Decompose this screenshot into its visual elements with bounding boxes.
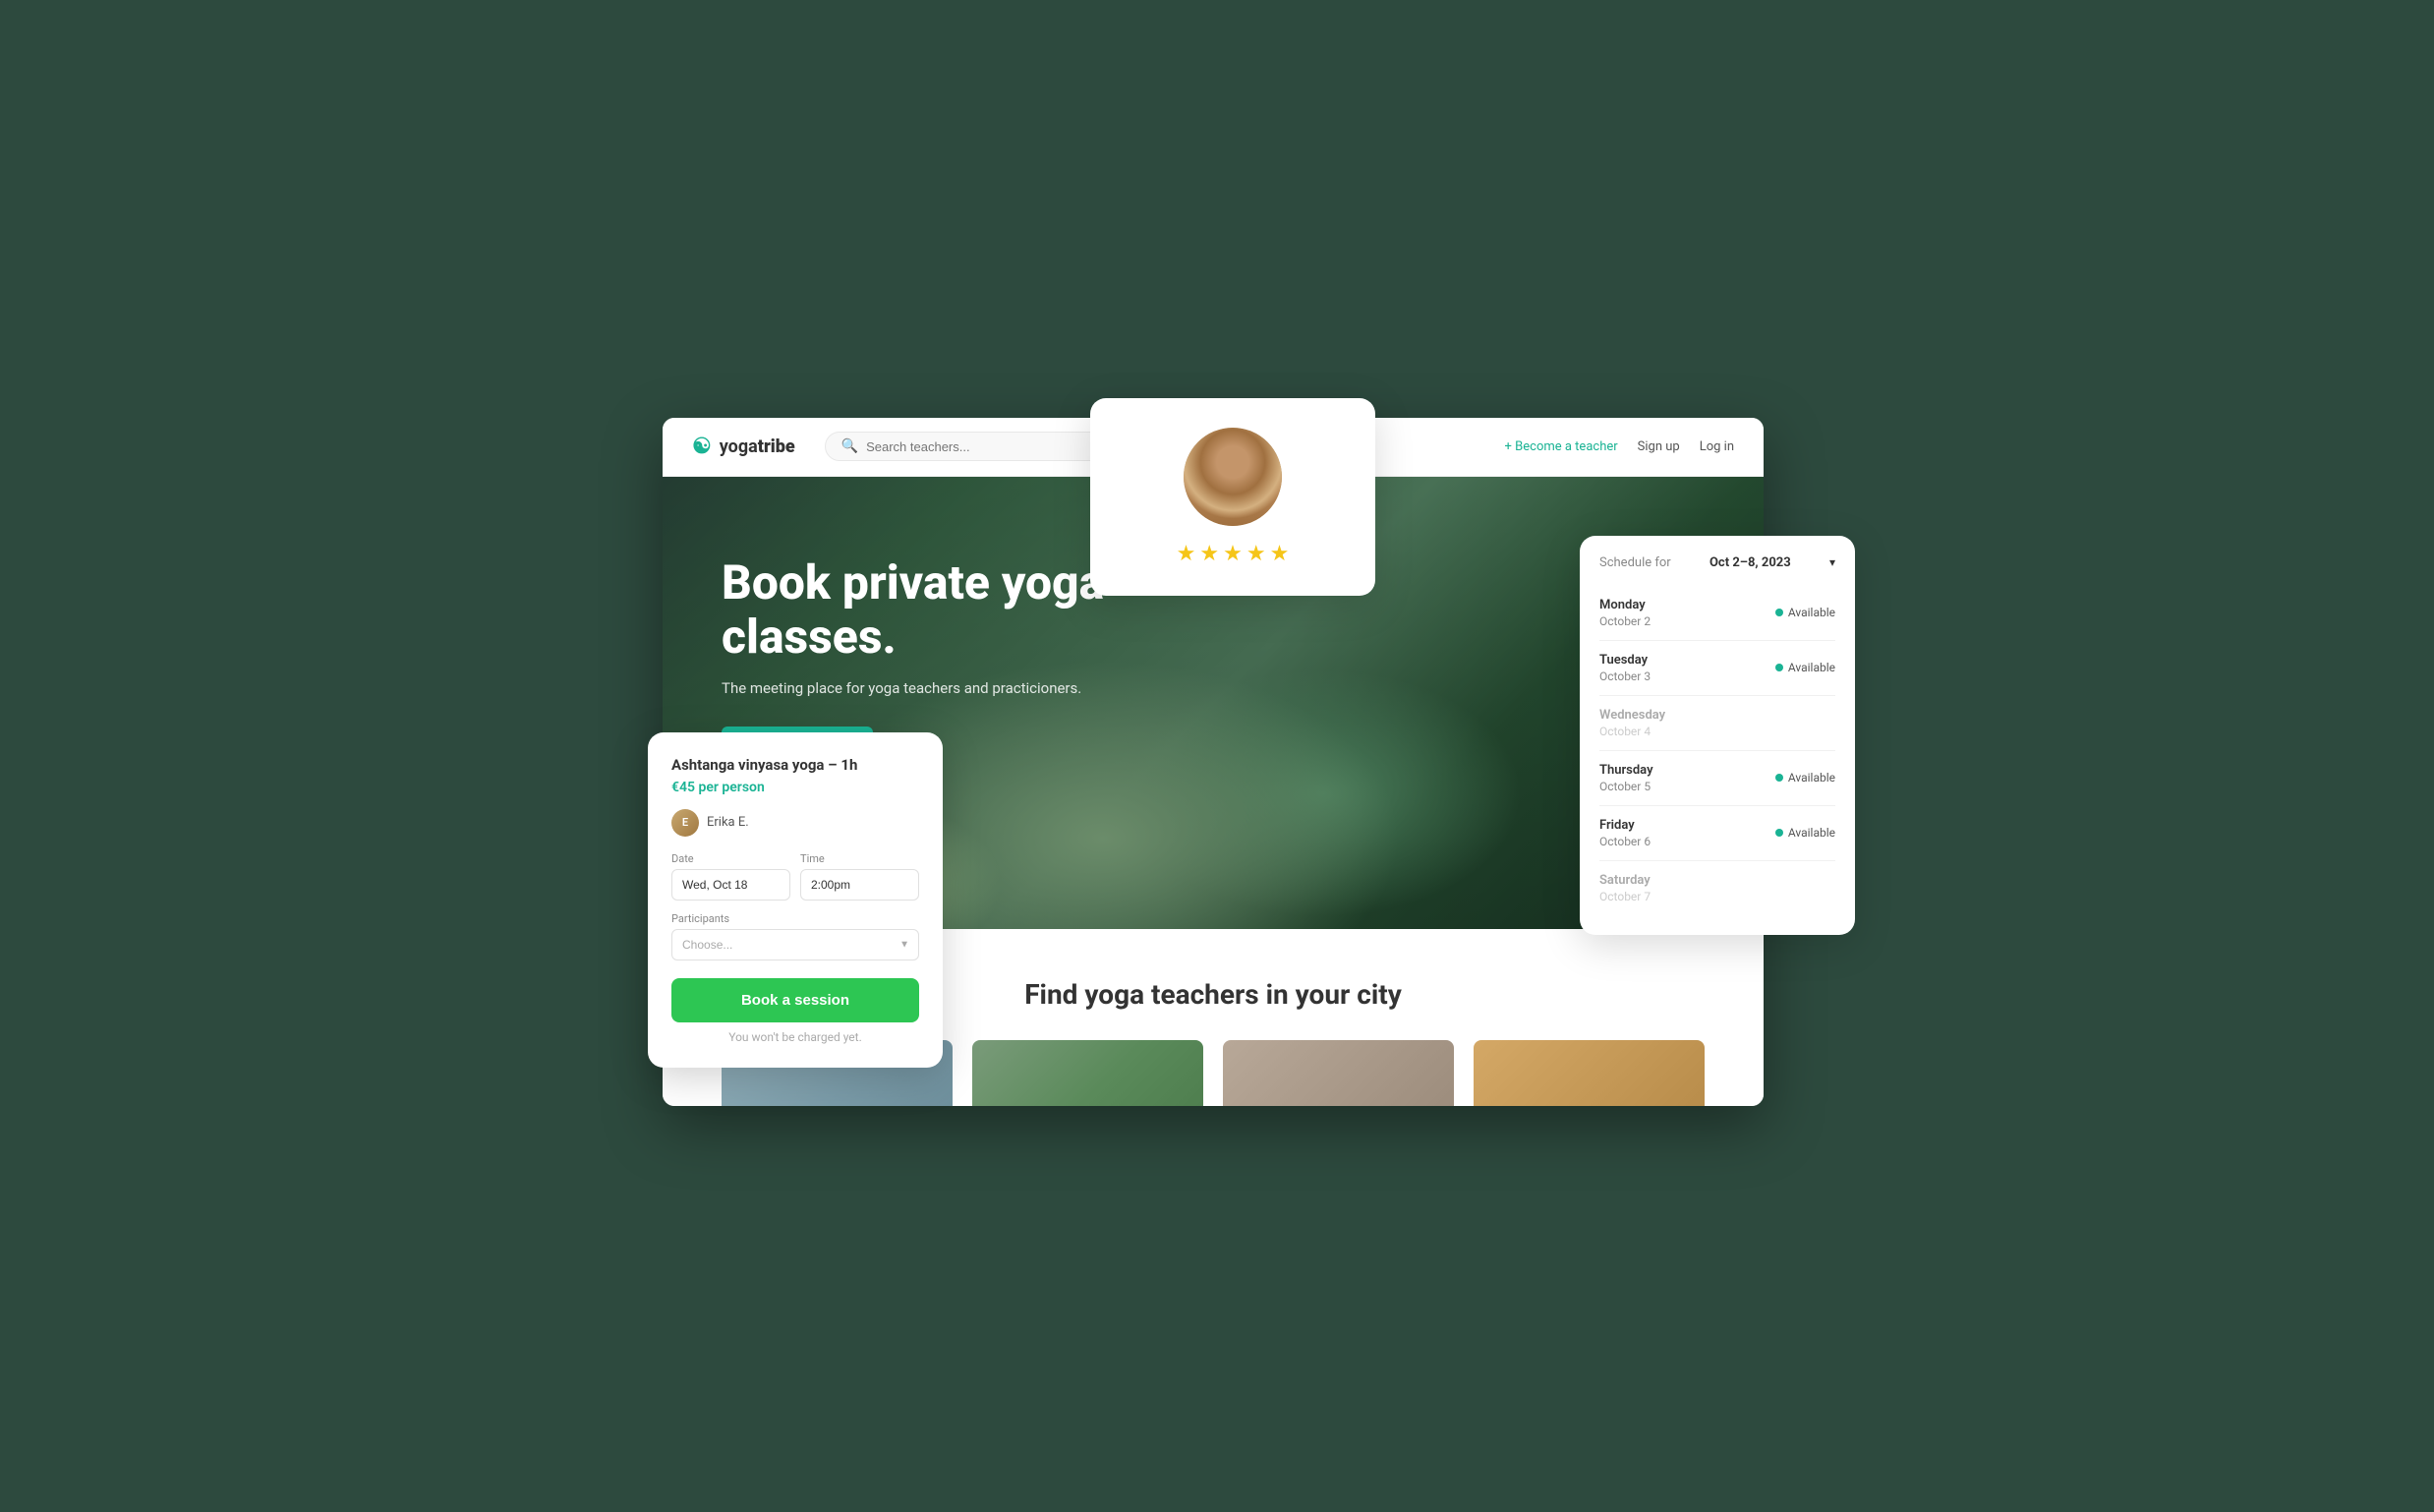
available-text-monday: Available <box>1788 606 1835 619</box>
day-info-thursday: Thursday October 5 <box>1599 763 1653 793</box>
no-charge-text: You won't be charged yet. <box>671 1030 919 1044</box>
schedule-row-saturday: Saturday October 7 <box>1599 861 1835 915</box>
schedule-chevron-icon[interactable]: ▾ <box>1829 555 1835 569</box>
day-date-wednesday: October 4 <box>1599 725 1665 738</box>
schedule-row-thursday[interactable]: Thursday October 5 Available <box>1599 751 1835 806</box>
schedule-card: Schedule for Oct 2–8, 2023 ▾ Monday Octo… <box>1580 536 1855 935</box>
book-session-button[interactable]: Book a session <box>671 978 919 1022</box>
star-2: ★ <box>1199 542 1219 566</box>
schedule-header: Schedule for Oct 2–8, 2023 ▾ <box>1599 555 1835 570</box>
available-text-thursday: Available <box>1788 771 1835 785</box>
date-input[interactable] <box>671 869 790 901</box>
time-field-group: Time <box>800 852 919 901</box>
day-date-friday: October 6 <box>1599 835 1651 848</box>
schedule-row-wednesday: Wednesday October 4 <box>1599 696 1835 751</box>
availability-monday: Available <box>1775 606 1835 619</box>
available-dot-thursday <box>1775 774 1783 782</box>
day-name-thursday: Thursday <box>1599 763 1653 778</box>
hero-subtitle: The meeting place for yoga teachers and … <box>722 679 1095 697</box>
day-name-saturday: Saturday <box>1599 873 1651 888</box>
star-5: ★ <box>1270 542 1290 566</box>
become-teacher-link[interactable]: + Become a teacher <box>1505 439 1618 454</box>
participants-section: Participants Choose... ▼ <box>671 912 919 960</box>
city-image-2[interactable] <box>972 1040 1203 1106</box>
schedule-row-monday[interactable]: Monday October 2 Available <box>1599 586 1835 641</box>
schedule-label: Schedule for <box>1599 555 1671 570</box>
avatar-image <box>1184 428 1282 526</box>
participants-select[interactable]: Choose... <box>671 929 919 960</box>
time-label: Time <box>800 852 919 865</box>
star-1: ★ <box>1177 542 1196 566</box>
booking-title: Ashtanga vinyasa yoga – 1h <box>671 756 919 774</box>
availability-thursday: Available <box>1775 771 1835 785</box>
day-name-friday: Friday <box>1599 818 1651 833</box>
teacher-name: Erika E. <box>707 815 749 830</box>
hero-title: Book private yoga classes. <box>722 555 1134 664</box>
star-3: ★ <box>1223 542 1243 566</box>
day-info-wednesday: Wednesday October 4 <box>1599 708 1665 738</box>
participants-label: Participants <box>671 912 919 925</box>
availability-tuesday: Available <box>1775 661 1835 674</box>
day-info-tuesday: Tuesday October 3 <box>1599 653 1651 683</box>
teacher-avatar: E <box>671 809 699 837</box>
day-info-monday: Monday October 2 <box>1599 598 1651 628</box>
schedule-date-range[interactable]: Oct 2–8, 2023 <box>1710 555 1791 570</box>
day-date-saturday: October 7 <box>1599 890 1651 903</box>
login-button[interactable]: Log in <box>1700 439 1734 454</box>
date-field-group: Date <box>671 852 790 901</box>
schedule-row-tuesday[interactable]: Tuesday October 3 Available <box>1599 641 1835 696</box>
available-dot-friday <box>1775 829 1783 837</box>
booking-teacher: E Erika E. <box>671 809 919 837</box>
star-4: ★ <box>1246 542 1266 566</box>
day-date-tuesday: October 3 <box>1599 669 1651 683</box>
day-name-tuesday: Tuesday <box>1599 653 1651 668</box>
day-info-friday: Friday October 6 <box>1599 818 1651 848</box>
signup-button[interactable]: Sign up <box>1638 439 1680 454</box>
day-name-wednesday: Wednesday <box>1599 708 1665 723</box>
available-dot-tuesday <box>1775 664 1783 671</box>
logo-text: yogatribe <box>720 436 795 457</box>
day-date-monday: October 2 <box>1599 614 1651 628</box>
time-input[interactable] <box>800 869 919 901</box>
availability-friday: Available <box>1775 826 1835 840</box>
day-date-thursday: October 5 <box>1599 780 1653 793</box>
available-text-tuesday: Available <box>1788 661 1835 674</box>
search-icon: 🔍 <box>841 438 858 454</box>
logo-icon: ☯ <box>692 435 712 459</box>
profile-avatar <box>1184 428 1282 526</box>
date-label: Date <box>671 852 790 865</box>
day-name-monday: Monday <box>1599 598 1651 612</box>
star-rating: ★ ★ ★ ★ ★ <box>1177 542 1290 566</box>
schedule-row-friday[interactable]: Friday October 6 Available <box>1599 806 1835 861</box>
booking-fields: Date Time <box>671 852 919 901</box>
day-info-saturday: Saturday October 7 <box>1599 873 1651 903</box>
profile-card: ★ ★ ★ ★ ★ <box>1090 398 1375 596</box>
city-image-4[interactable] <box>1474 1040 1705 1106</box>
logo[interactable]: ☯ yogatribe <box>692 435 795 459</box>
nav-right: + Become a teacher Sign up Log in <box>1505 439 1734 454</box>
participants-select-wrapper: Choose... ▼ <box>671 929 919 960</box>
booking-card: Ashtanga vinyasa yoga – 1h €45 per perso… <box>648 732 943 1068</box>
available-text-friday: Available <box>1788 826 1835 840</box>
city-image-3[interactable] <box>1223 1040 1454 1106</box>
booking-price: €45 per person <box>671 780 919 795</box>
available-dot-monday <box>1775 609 1783 616</box>
